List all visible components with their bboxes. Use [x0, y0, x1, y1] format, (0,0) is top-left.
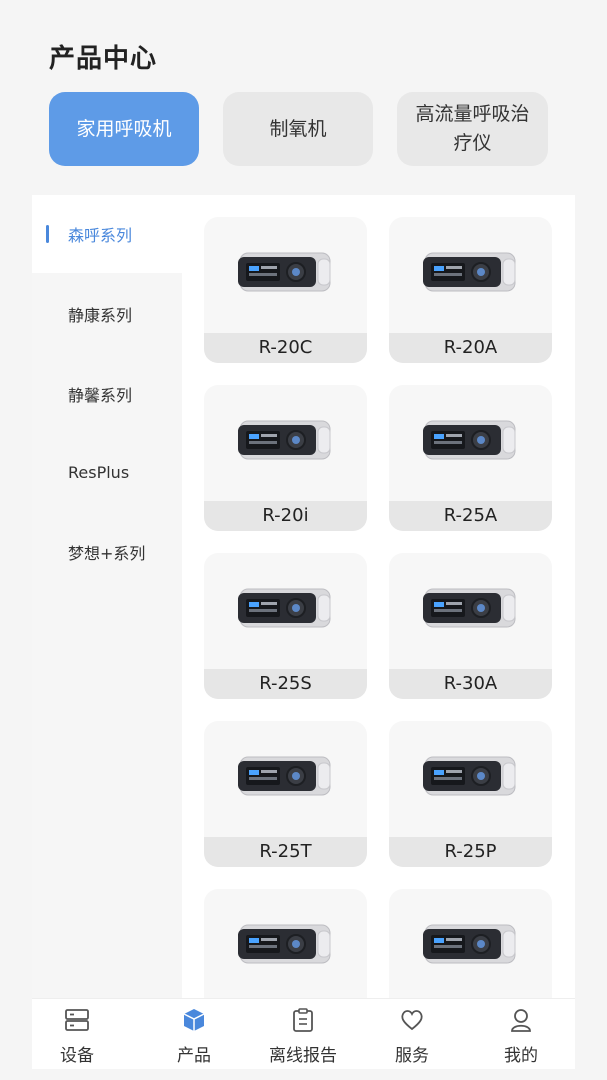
product-card[interactable]: R-25P — [389, 721, 552, 867]
product-image — [234, 583, 334, 633]
series-item-label: ResPlus — [68, 462, 130, 482]
product-card[interactable]: R-25T — [204, 721, 367, 867]
product-card[interactable]: R-20i — [204, 385, 367, 531]
product-card[interactable]: R-20A — [389, 217, 552, 363]
product-image — [419, 751, 519, 801]
profile-icon — [511, 1009, 531, 1032]
page-title: 产品中心 — [49, 44, 158, 74]
nav-item-product[interactable]: 产品 — [149, 999, 239, 1069]
product-label: R-20A — [389, 333, 552, 363]
device-icon — [65, 1009, 89, 1031]
series-item-label: 森呼系列 — [68, 226, 133, 245]
series-item-label: 静馨系列 — [68, 386, 133, 405]
series-item-jingxin[interactable]: 静馨系列 — [32, 355, 182, 433]
product-card[interactable]: R-30A — [389, 553, 552, 699]
product-image — [234, 415, 334, 465]
product-card[interactable]: R-25S — [204, 553, 367, 699]
product-card[interactable]: R-25A — [389, 385, 552, 531]
nav-item-offline-report[interactable]: 离线报告 — [258, 999, 348, 1069]
product-label: R-25S — [204, 669, 367, 699]
product-image — [234, 919, 334, 969]
series-item-jingkang[interactable]: 静康系列 — [32, 275, 182, 353]
category-tabs: 家用呼吸机 制氧机 高流量呼吸治疗仪 — [49, 92, 549, 168]
product-image — [419, 583, 519, 633]
category-tab-oxygen-concentrator[interactable]: 制氧机 — [223, 92, 373, 166]
nav-label: 服务 — [395, 1046, 429, 1066]
nav-label: 产品 — [177, 1046, 211, 1066]
heart-icon — [401, 1010, 423, 1031]
series-item-label: 静康系列 — [68, 306, 133, 325]
category-tab-high-flow-therapy[interactable]: 高流量呼吸治疗仪 — [397, 92, 548, 166]
product-label: R-20C — [204, 333, 367, 363]
clipboard-icon — [293, 1008, 313, 1032]
series-item-resplus[interactable]: ResPlus — [32, 433, 182, 511]
product-image — [419, 247, 519, 297]
product-label: R-20i — [204, 501, 367, 531]
series-item-senhu[interactable]: 森呼系列 — [32, 195, 182, 273]
cube-icon — [183, 1009, 205, 1031]
category-tab-home-ventilator[interactable]: 家用呼吸机 — [49, 92, 199, 166]
series-sidebar: 森呼系列 静康系列 静馨系列 ResPlus 梦想+系列 — [32, 195, 182, 998]
nav-item-service[interactable]: 服务 — [367, 999, 457, 1069]
product-card[interactable] — [204, 889, 367, 998]
nav-label: 设备 — [60, 1046, 94, 1066]
product-card[interactable] — [389, 889, 552, 998]
product-image — [419, 415, 519, 465]
series-item-label: 梦想+系列 — [68, 544, 146, 563]
product-label: R-25A — [389, 501, 552, 531]
product-image — [234, 247, 334, 297]
product-content-panel: 森呼系列 静康系列 静馨系列 ResPlus 梦想+系列 R-20C R-20A… — [32, 195, 575, 998]
product-label: R-30A — [389, 669, 552, 699]
product-image — [419, 919, 519, 969]
nav-label: 我的 — [504, 1046, 538, 1066]
product-label: R-25T — [204, 837, 367, 867]
nav-label: 离线报告 — [269, 1046, 337, 1066]
product-label: R-25P — [389, 837, 552, 867]
nav-item-device[interactable]: 设备 — [32, 999, 122, 1069]
bottom-navigation: 设备 产品 离线报告 服务 我的 — [32, 998, 575, 1069]
product-image — [234, 751, 334, 801]
series-item-dream-plus[interactable]: 梦想+系列 — [32, 513, 182, 591]
product-card[interactable]: R-20C — [204, 217, 367, 363]
nav-item-mine[interactable]: 我的 — [476, 999, 566, 1069]
